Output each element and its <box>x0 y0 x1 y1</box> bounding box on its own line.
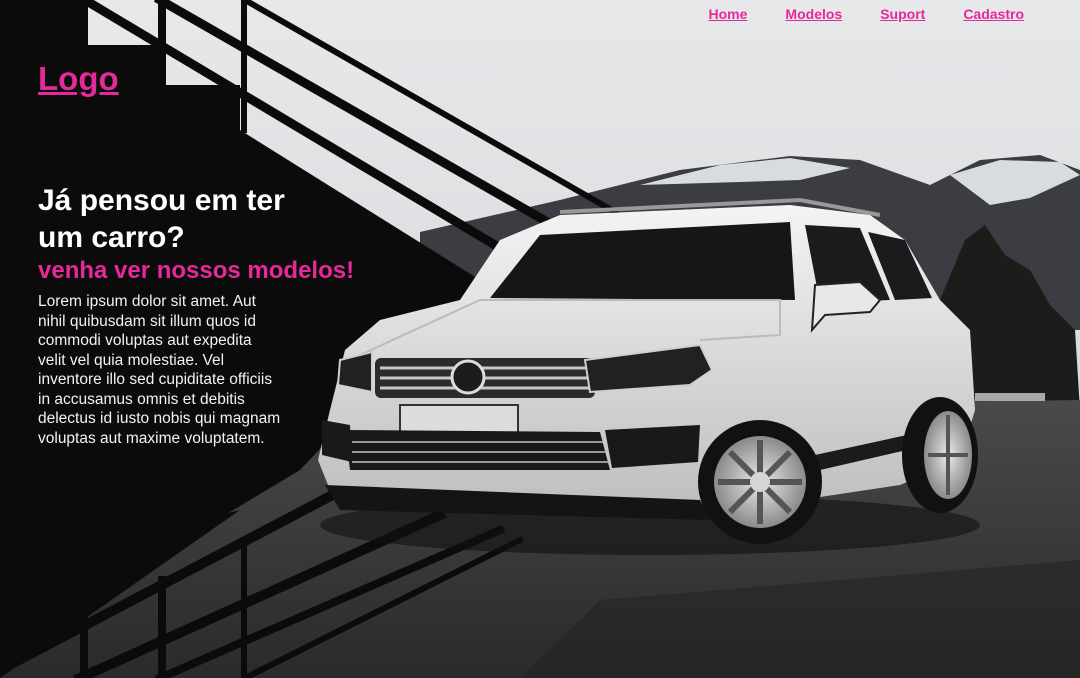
hero-text: Já pensou em ter um carro? venha ver nos… <box>38 182 383 448</box>
top-nav: Home Modelos Suport Cadastro <box>709 6 1024 22</box>
hero-subtitle: venha ver nossos modelos! <box>38 257 355 284</box>
hero-title: Já pensou em ter um carro? <box>38 184 285 254</box>
hero-body: Lorem ipsum dolor sit amet. Aut nihil qu… <box>38 293 281 447</box>
nav-link-cadastro[interactable]: Cadastro <box>963 6 1024 22</box>
nav-link-modelos[interactable]: Modelos <box>785 6 842 22</box>
landing-page: Home Modelos Suport Cadastro Logo Já pen… <box>0 0 1080 678</box>
nav-link-suport[interactable]: Suport <box>880 6 925 22</box>
nav-link-home[interactable]: Home <box>709 6 748 22</box>
guard-rail <box>975 393 1045 401</box>
logo-link[interactable]: Logo <box>38 60 119 98</box>
